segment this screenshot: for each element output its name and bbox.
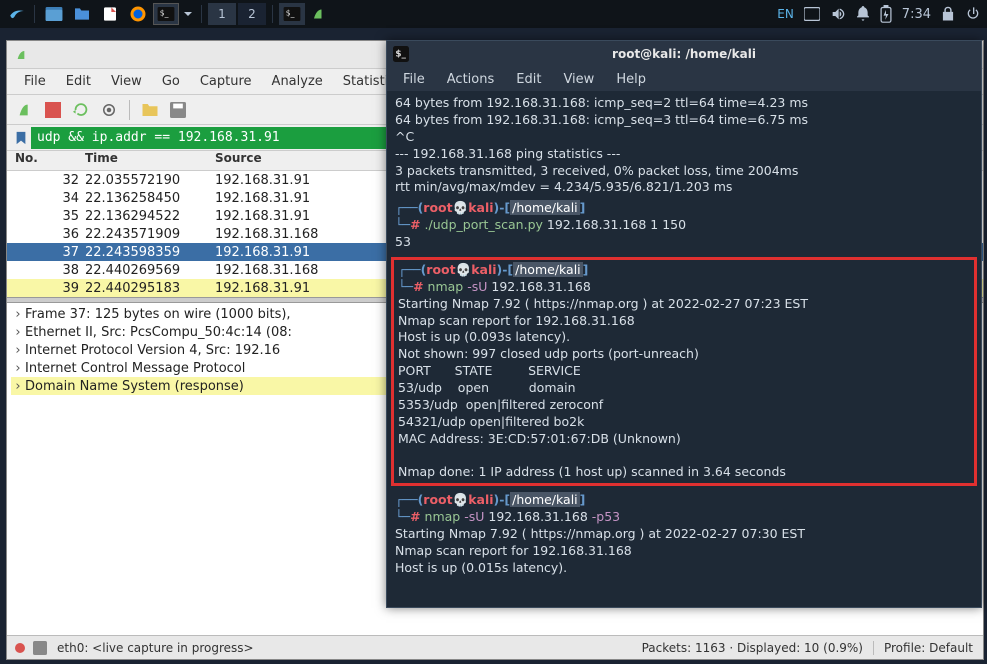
svg-text:$_: $_ bbox=[395, 49, 406, 59]
taskbar-running-terminal[interactable]: $_ bbox=[279, 3, 305, 25]
svg-text:$_: $_ bbox=[286, 8, 295, 17]
taskbar-app-files[interactable] bbox=[41, 3, 67, 25]
workspace-1[interactable]: 1 bbox=[208, 3, 236, 25]
notification-icon[interactable] bbox=[856, 6, 870, 22]
terminal-titlebar[interactable]: $_ root@kali: /home/kali bbox=[387, 41, 981, 67]
ws-save-icon[interactable] bbox=[166, 98, 190, 122]
ws-menu-view[interactable]: View bbox=[102, 71, 151, 92]
svg-text:$_: $_ bbox=[160, 8, 169, 17]
taskbar-app-folder[interactable] bbox=[69, 3, 95, 25]
ws-stop-capture-icon[interactable] bbox=[41, 98, 65, 122]
ws-status-icon bbox=[33, 641, 47, 655]
ws-menu-file[interactable]: File bbox=[15, 71, 55, 92]
capture-active-icon bbox=[15, 643, 25, 653]
ws-menu-capture[interactable]: Capture bbox=[191, 71, 261, 92]
status-interface: eth0: <live capture in progress> bbox=[57, 641, 254, 655]
terminal-title-icon: $_ bbox=[393, 46, 409, 62]
battery-icon[interactable] bbox=[880, 5, 892, 23]
terminal-title: root@kali: /home/kali bbox=[612, 47, 756, 61]
wireshark-statusbar: eth0: <live capture in progress> Packets… bbox=[7, 635, 983, 659]
status-profile[interactable]: Profile: Default bbox=[873, 641, 983, 655]
filter-bookmark-icon[interactable] bbox=[11, 128, 31, 148]
taskbar-app-editor[interactable] bbox=[97, 3, 123, 25]
language-indicator[interactable]: EN bbox=[777, 7, 794, 21]
col-header-time[interactable]: Time bbox=[85, 151, 215, 170]
taskbar-app-firefox[interactable] bbox=[125, 3, 151, 25]
power-icon[interactable] bbox=[965, 6, 981, 22]
clock[interactable]: 7:34 bbox=[902, 7, 931, 22]
ws-options-icon[interactable] bbox=[97, 98, 121, 122]
term-menu-actions[interactable]: Actions bbox=[437, 70, 505, 89]
term-menu-file[interactable]: File bbox=[393, 70, 435, 89]
workspace-2[interactable]: 2 bbox=[238, 3, 266, 25]
status-packets: Packets: 1163 · Displayed: 10 (0.9%) bbox=[642, 641, 873, 655]
ws-menu-edit[interactable]: Edit bbox=[57, 71, 100, 92]
workspace-icon[interactable] bbox=[804, 7, 820, 21]
volume-icon[interactable] bbox=[830, 6, 846, 22]
taskbar: $_ 1 2 $_ EN 7:34 bbox=[0, 0, 987, 28]
terminal-window: $_ root@kali: /home/kali File Actions Ed… bbox=[386, 40, 982, 608]
ws-open-icon[interactable] bbox=[138, 98, 162, 122]
terminal-body[interactable]: 64 bytes from 192.168.31.168: icmp_seq=2… bbox=[387, 91, 981, 607]
terminal-menubar: File Actions Edit View Help bbox=[387, 67, 981, 91]
ws-restart-capture-icon[interactable] bbox=[69, 98, 93, 122]
ws-start-capture-icon[interactable] bbox=[13, 98, 37, 122]
chevron-down-icon[interactable] bbox=[181, 3, 195, 25]
term-menu-help[interactable]: Help bbox=[606, 70, 656, 89]
wireshark-logo-icon bbox=[15, 47, 31, 63]
term-menu-view[interactable]: View bbox=[553, 70, 604, 89]
taskbar-app-terminal[interactable]: $_ bbox=[153, 3, 179, 25]
kali-logo-icon[interactable] bbox=[6, 3, 28, 25]
term-menu-edit[interactable]: Edit bbox=[506, 70, 551, 89]
lock-icon[interactable] bbox=[941, 6, 955, 22]
ws-menu-go[interactable]: Go bbox=[153, 71, 189, 92]
taskbar-running-wireshark[interactable] bbox=[307, 3, 333, 25]
col-header-no[interactable]: No. bbox=[7, 151, 85, 170]
ws-menu-analyze[interactable]: Analyze bbox=[263, 71, 332, 92]
